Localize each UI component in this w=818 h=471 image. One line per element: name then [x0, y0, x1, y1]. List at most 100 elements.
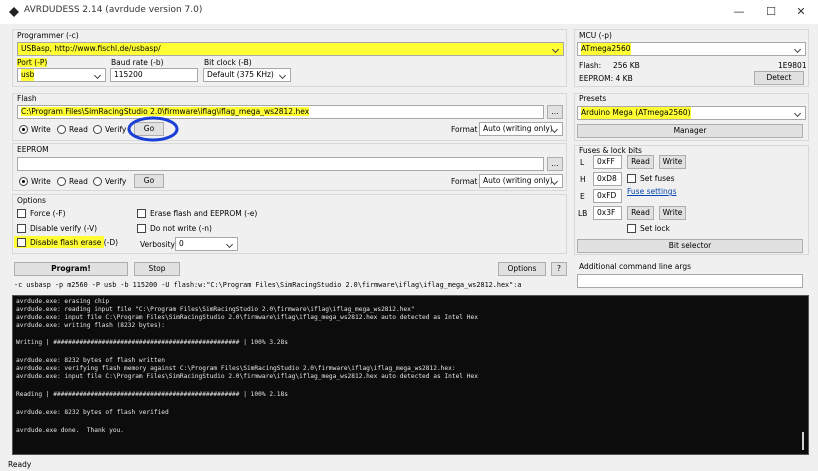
- erase-checkbox[interactable]: [137, 209, 146, 218]
- manager-button[interactable]: Manager: [577, 124, 803, 138]
- flash-size-label: Flash:: [579, 61, 602, 70]
- options-label: Options: [17, 196, 46, 205]
- baud-input[interactable]: 115200: [110, 68, 198, 82]
- console-line: avrdude.exe: input file C:\Program Files…: [16, 314, 478, 321]
- flash-read-radio[interactable]: [57, 125, 66, 134]
- bitclock-value: Default (375 KHz): [207, 70, 274, 79]
- flash-write-label: Write: [31, 125, 51, 134]
- mcu-select[interactable]: ATmega2560: [577, 42, 806, 56]
- minimize-button[interactable]: —: [724, 3, 754, 21]
- lock-write-button[interactable]: Write: [659, 206, 686, 220]
- eeprom-verify-label: Verify: [105, 177, 127, 186]
- signature-value: 1E9801: [778, 61, 807, 70]
- flash-read-label: Read: [69, 125, 88, 134]
- eeprom-file-input[interactable]: [17, 157, 544, 171]
- console-line: Reading | ##############################…: [16, 391, 288, 398]
- title-bar: AVRDUDESS 2.14 (avrdude version 7.0) — ☐…: [0, 0, 818, 24]
- detect-button[interactable]: Detect: [754, 71, 804, 85]
- port-label: Port (-P): [17, 58, 48, 67]
- mcu-value: ATmega2560: [581, 43, 631, 55]
- presets-label: Presets: [579, 94, 607, 103]
- console-line: avrdude.exe: reading input file "C:\Prog…: [16, 306, 415, 313]
- console-scrollbar[interactable]: [802, 432, 804, 450]
- stop-button[interactable]: Stop: [134, 262, 180, 276]
- options-button[interactable]: Options: [498, 262, 546, 276]
- programmer-select[interactable]: USBasp, http://www.fischl.de/usbasp/: [17, 42, 564, 56]
- disable-flash-erase-checkbox[interactable]: [17, 238, 26, 247]
- flash-write-radio[interactable]: [19, 125, 28, 134]
- set-fuses-checkbox[interactable]: [627, 174, 636, 183]
- flash-format-value: Auto (writing only): [483, 124, 553, 133]
- flash-verify-radio[interactable]: [93, 125, 102, 134]
- disable-verify-label: Disable verify (-V): [30, 224, 98, 233]
- console-line: avrdude.exe: 8232 bytes of flash verifie…: [16, 409, 169, 416]
- help-button[interactable]: ?: [551, 262, 567, 276]
- status-bar: Ready: [8, 460, 32, 469]
- app-icon: [9, 7, 19, 17]
- fuse-h-label: H: [580, 175, 586, 184]
- additional-args-input[interactable]: [577, 274, 803, 288]
- verbosity-label: Verbosity: [140, 240, 175, 249]
- console-line: Writing | ##############################…: [16, 339, 288, 346]
- console-line: avrdude.exe: 8232 bytes of flash written: [16, 357, 166, 364]
- do-not-write-label: Do not write (-n): [150, 224, 212, 233]
- set-lock-label: Set lock: [640, 224, 670, 233]
- mcu-label: MCU (-p): [579, 31, 612, 40]
- fuses-label: Fuses & lock bits: [579, 146, 642, 155]
- console-line: avrdude.exe: input file C:\Program Files…: [16, 373, 478, 380]
- eeprom-go-button[interactable]: Go: [134, 174, 164, 188]
- disable-verify-checkbox[interactable]: [17, 224, 26, 233]
- flash-format-select[interactable]: Auto (writing only): [479, 122, 563, 136]
- eeprom-format-value: Auto (writing only): [483, 176, 553, 185]
- lock-read-button[interactable]: Read: [627, 206, 654, 220]
- fuse-e-input[interactable]: 0xFD: [593, 189, 622, 203]
- flash-browse-button[interactable]: ...: [547, 105, 563, 119]
- flash-verify-label: Verify: [105, 125, 127, 134]
- fuse-read-button[interactable]: Read: [627, 155, 654, 169]
- set-fuses-label: Set fuses: [640, 174, 675, 183]
- additional-args-label: Additional command line args: [579, 262, 691, 271]
- flash-label: Flash: [17, 94, 37, 103]
- console-line: avrdude.exe done. Thank you.: [16, 427, 125, 434]
- force-label: Force (-F): [30, 209, 66, 218]
- do-not-write-checkbox[interactable]: [137, 224, 146, 233]
- fuse-h-input[interactable]: 0xD8: [593, 172, 622, 186]
- close-button[interactable]: ✕: [786, 3, 816, 21]
- fuse-l-input[interactable]: 0xFF: [593, 155, 622, 169]
- set-lock-checkbox[interactable]: [627, 224, 636, 233]
- fuse-lb-label: LB: [578, 209, 588, 218]
- console-line: avrdude.exe: verifying flash memory agai…: [16, 365, 456, 372]
- eeprom-browse-button[interactable]: ...: [547, 157, 563, 171]
- fuse-e-label: E: [580, 192, 585, 201]
- console-line: avrdude.exe: writing flash (8232 bytes):: [16, 322, 166, 329]
- flash-format-label: Format: [451, 125, 478, 134]
- eeprom-read-radio[interactable]: [57, 177, 66, 186]
- verbosity-value: 0: [179, 239, 184, 248]
- flash-file-input[interactable]: C:\Program Files\SimRacingStudio 2.0\fir…: [17, 105, 544, 119]
- flash-size-value: 256 KB: [613, 61, 640, 70]
- maximize-button[interactable]: ☐: [756, 3, 786, 21]
- baud-label: Baud rate (-b): [111, 58, 164, 67]
- bitclock-select[interactable]: Default (375 KHz): [203, 68, 291, 82]
- port-value: usb: [21, 69, 35, 81]
- port-select[interactable]: usb: [17, 68, 106, 82]
- fuse-lb-input[interactable]: 0x3F: [593, 206, 622, 220]
- eeprom-write-radio[interactable]: [19, 177, 28, 186]
- eeprom-label: EEPROM: [17, 145, 49, 154]
- programmer-label: Programmer (-c): [17, 31, 79, 40]
- command-line-preview: -c usbasp -p m2560 -P usb -b 115200 -U f…: [14, 281, 522, 289]
- eeprom-verify-radio[interactable]: [93, 177, 102, 186]
- fuse-write-button[interactable]: Write: [659, 155, 686, 169]
- fuse-l-label: L: [580, 158, 585, 167]
- program-button[interactable]: Program!: [14, 262, 128, 276]
- eeprom-format-select[interactable]: Auto (writing only): [479, 174, 563, 188]
- force-checkbox[interactable]: [17, 209, 26, 218]
- verbosity-select[interactable]: 0: [175, 237, 238, 251]
- erase-label: Erase flash and EEPROM (-e): [150, 209, 258, 218]
- presets-value: Arduino Mega (ATmega2560): [581, 107, 691, 119]
- eeprom-size: EEPROM: 4 KB: [579, 74, 633, 83]
- presets-select[interactable]: Arduino Mega (ATmega2560): [577, 106, 806, 120]
- bit-selector-button[interactable]: Bit selector: [577, 239, 803, 253]
- console-line: avrdude.exe: erasing chip: [16, 298, 110, 305]
- fuse-settings-link[interactable]: Fuse settings: [627, 187, 676, 196]
